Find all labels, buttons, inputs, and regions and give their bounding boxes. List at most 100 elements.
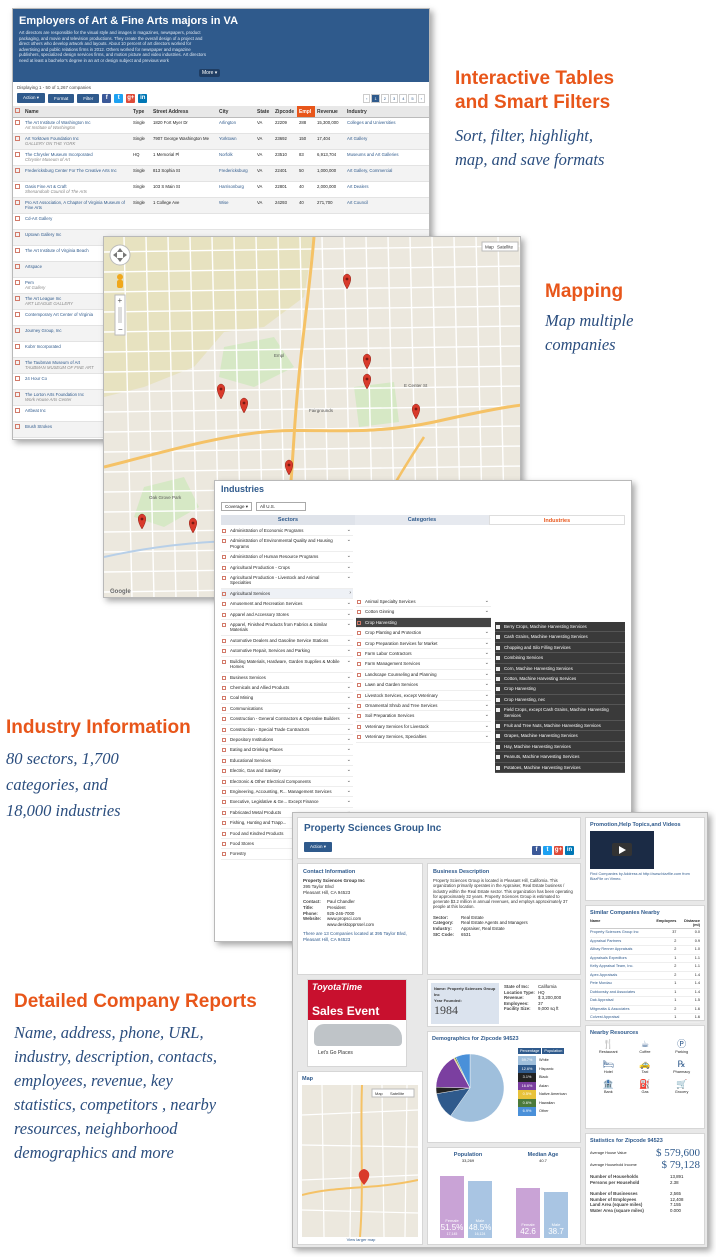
- pager-page[interactable]: 5: [408, 93, 417, 103]
- pager-next[interactable]: ›: [417, 93, 425, 103]
- industrie-item[interactable]: Fruit and Tree Nuts, Machine Harvesting …: [495, 721, 625, 732]
- company-name-cell[interactable]: Oasis Fine Art & Craft Shenandoah Council…: [23, 181, 131, 198]
- categorie-item[interactable]: Livestock Services, except Veterinary ⌄: [356, 691, 491, 702]
- table-row[interactable]: The Chrysler Museum Incorporated Chrysler…: [13, 149, 429, 166]
- nearby-grocery[interactable]: 🛒 Grocery: [663, 1080, 700, 1094]
- chevron-down-icon[interactable]: ⌄: [485, 629, 489, 635]
- row-checkbox[interactable]: [13, 389, 23, 406]
- industrie-item[interactable]: Cash Grains, Machine Harvesting Services: [495, 632, 625, 643]
- row-checkbox[interactable]: [13, 325, 23, 342]
- linkedin-icon[interactable]: in: [138, 93, 148, 103]
- col-header-address[interactable]: Street Address: [151, 106, 217, 118]
- report-satellite-button[interactable]: Satellite: [390, 1091, 405, 1096]
- row-checkbox[interactable]: [13, 309, 23, 326]
- categorie-item[interactable]: Animal Specialty Services ⌄: [356, 597, 491, 608]
- industrie-item[interactable]: Potatoes, Machine Harvesting Services: [495, 763, 625, 774]
- sector-item[interactable]: Electric, Gas and Sanitary ⌄: [221, 766, 353, 777]
- col-header-city[interactable]: City: [217, 106, 255, 118]
- chevron-down-icon[interactable]: ⌄: [347, 527, 351, 533]
- company-name-cell[interactable]: The Chrysler Museum Incorporated Chrysler…: [23, 149, 131, 166]
- sector-item[interactable]: Agricultural Production - Livestock and …: [221, 573, 353, 589]
- chevron-down-icon[interactable]: ⌄: [485, 733, 489, 739]
- row-checkbox[interactable]: [13, 149, 23, 166]
- chevron-down-icon[interactable]: ⌄: [347, 798, 351, 804]
- similar-company-row[interactable]: Dak Appraisal 1 1.5: [590, 997, 700, 1006]
- chevron-down-icon[interactable]: ›: [349, 590, 351, 596]
- checkbox[interactable]: [222, 852, 226, 857]
- sector-item[interactable]: Business Services ⌄: [221, 673, 353, 683]
- table-row[interactable]: Cd-Art Gallery: [13, 213, 429, 230]
- format-button[interactable]: Format: [48, 93, 75, 103]
- chevron-down-icon[interactable]: ⌄: [347, 600, 351, 606]
- checkbox[interactable]: [357, 641, 361, 646]
- chevron-down-icon[interactable]: ⌄: [485, 608, 489, 614]
- chevron-down-icon[interactable]: ⌄: [347, 757, 351, 763]
- checkbox[interactable]: [222, 789, 226, 794]
- similar-company-row[interactable]: Colvest Appraisal 1 1.6: [590, 1014, 700, 1023]
- chevron-down-icon[interactable]: ⌄: [347, 621, 351, 627]
- checkbox[interactable]: [357, 693, 361, 698]
- pager-page[interactable]: 2: [380, 93, 389, 103]
- checkbox[interactable]: [222, 649, 226, 654]
- checkbox[interactable]: [222, 800, 226, 805]
- sector-item[interactable]: Construction - General Contractors & Ope…: [221, 714, 353, 725]
- sector-item[interactable]: Administration of Environmental Quality …: [221, 536, 353, 553]
- checkbox[interactable]: [222, 727, 226, 732]
- checkbox[interactable]: [222, 623, 226, 628]
- checkbox[interactable]: [496, 656, 500, 661]
- coverage-value[interactable]: All U.S.: [256, 502, 307, 511]
- sector-item[interactable]: Educational Services ⌄: [221, 756, 353, 767]
- chevron-down-icon[interactable]: ⌄: [347, 637, 351, 643]
- chevron-down-icon[interactable]: ⌄: [347, 726, 351, 732]
- map-pan-control[interactable]: [109, 244, 131, 266]
- company-name-cell[interactable]: The Art Institute of Washington Inc Art I…: [23, 117, 131, 134]
- chevron-down-icon[interactable]: ⌄: [485, 619, 489, 625]
- nearby-pharmacy[interactable]: ℞ Pharmacy: [663, 1060, 700, 1074]
- twitter-icon[interactable]: t: [114, 93, 124, 103]
- checkbox[interactable]: [222, 529, 226, 533]
- chevron-down-icon[interactable]: ⌄: [347, 778, 351, 784]
- col-header-revenue[interactable]: Revenue: [315, 106, 345, 118]
- col-header-type[interactable]: Type: [131, 106, 151, 118]
- table-row[interactable]: Oasis Fine Art & Craft Shenandoah Council…: [13, 181, 429, 198]
- nearby-coffee[interactable]: ☕ Coffee: [627, 1040, 664, 1054]
- report-map-button[interactable]: Map: [375, 1091, 384, 1096]
- checkbox[interactable]: [357, 610, 361, 615]
- checkbox[interactable]: [222, 737, 226, 742]
- sector-item[interactable]: Agricultural Services ›: [221, 588, 353, 600]
- map-zoom-control[interactable]: + −: [114, 294, 126, 336]
- similar-company-row[interactable]: Appraisals Expeditors 1 1.1: [590, 955, 700, 963]
- row-checkbox[interactable]: [13, 197, 23, 214]
- chevron-down-icon[interactable]: ⌄: [485, 640, 489, 646]
- checkbox[interactable]: [222, 758, 226, 763]
- checkbox[interactable]: [222, 539, 226, 544]
- pager-page[interactable]: 1: [371, 93, 380, 103]
- checkbox[interactable]: [496, 755, 500, 760]
- map-type-control[interactable]: Map Satellite: [481, 241, 519, 252]
- categorie-item[interactable]: Crop Harvesting ⌄: [356, 617, 491, 629]
- chevron-down-icon[interactable]: ⌄: [347, 694, 351, 700]
- play-icon[interactable]: [619, 846, 626, 854]
- checkbox[interactable]: [496, 635, 500, 640]
- checkbox[interactable]: [222, 696, 226, 701]
- categorie-item[interactable]: Soil Preparation Services ⌄: [356, 711, 491, 722]
- industrie-item[interactable]: Field Crops, except Cash Grains, Machine…: [495, 705, 625, 722]
- row-checkbox[interactable]: [13, 181, 23, 198]
- pager-page[interactable]: 3: [389, 93, 399, 103]
- checkbox[interactable]: [496, 744, 500, 749]
- pager-page[interactable]: 4: [399, 93, 408, 103]
- similar-company-row[interactable]: Kelly Appraisal Team, Inc. 2 1.1: [590, 963, 700, 972]
- categorie-item[interactable]: Lawn and Garden Services ⌄: [356, 680, 491, 691]
- similar-company-row[interactable]: Property Sciences Group Inc 37 0.0: [590, 929, 700, 938]
- sector-item[interactable]: Electronic & Other Electrical Components…: [221, 777, 353, 787]
- chevron-down-icon[interactable]: ⌄: [347, 767, 351, 773]
- sector-item[interactable]: Administration of Human Resource Program…: [221, 552, 353, 563]
- sector-item[interactable]: Administration of Economic Programs ⌄: [221, 526, 353, 537]
- map-pegman-icon[interactable]: [117, 274, 123, 288]
- chevron-down-icon[interactable]: ⌄: [485, 702, 489, 708]
- checkbox[interactable]: [222, 842, 226, 846]
- pager-prev[interactable]: ‹: [363, 93, 371, 103]
- checkbox[interactable]: [357, 704, 361, 709]
- row-checkbox[interactable]: [13, 117, 23, 134]
- sector-item[interactable]: Chemicals and Allied Products ⌄: [221, 683, 353, 694]
